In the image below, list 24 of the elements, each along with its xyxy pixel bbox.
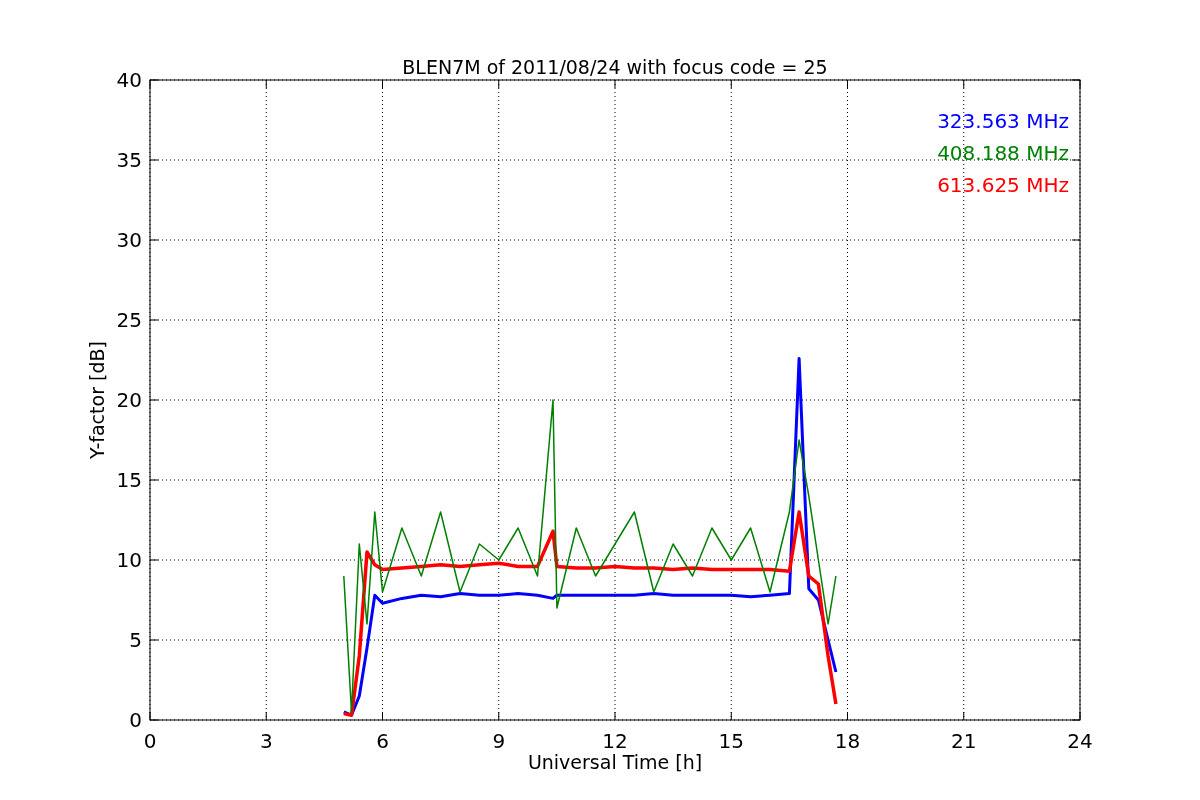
- y-tick-label: 0: [129, 708, 142, 732]
- legend-label: 323.563 MHz: [937, 109, 1069, 133]
- x-tick-label: 21: [951, 729, 977, 753]
- y-tick-label: 5: [129, 628, 142, 652]
- x-tick-label: 0: [143, 729, 157, 753]
- x-tick-label: 24: [1067, 729, 1093, 753]
- chart-title: BLEN7M of 2011/08/24 with focus code = 25: [402, 56, 828, 78]
- x-axis-label: Universal Time [h]: [527, 751, 703, 773]
- y-tick-label: 15: [116, 468, 142, 492]
- x-tick-label: 15: [718, 729, 744, 753]
- x-tick-label: 3: [259, 729, 273, 753]
- x-tick-label: 6: [376, 729, 389, 753]
- x-tick-label: 18: [834, 729, 861, 753]
- y-tick-label: 40: [116, 68, 142, 92]
- legend-label: 408.188 MHz: [937, 141, 1069, 165]
- y-tick-label: 30: [116, 228, 142, 252]
- y-tick-label: 10: [116, 548, 142, 572]
- y-tick-label: 20: [116, 388, 142, 412]
- x-tick-label: 12: [602, 729, 628, 753]
- x-tick-label: 9: [492, 729, 506, 753]
- y-tick-label: 35: [116, 148, 142, 172]
- y-tick-label: 25: [116, 308, 142, 332]
- legend-label: 613.625 MHz: [937, 173, 1069, 197]
- y-axis-label: Y-factor [dB]: [86, 341, 108, 459]
